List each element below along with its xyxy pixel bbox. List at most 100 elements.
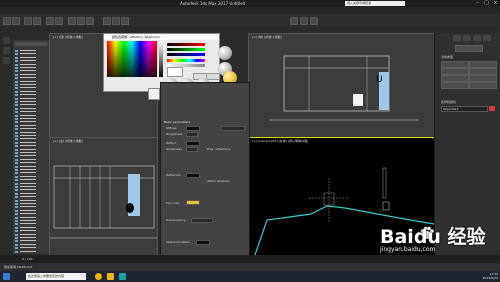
scene-explorer-row[interactable] [15,203,48,205]
diffuse-color[interactable] [186,126,200,131]
hue-slider[interactable] [167,59,205,62]
scene-explorer-row[interactable] [15,145,48,148]
taskbar-search[interactable]: 在这里输入你要搜索的内容 [26,273,86,280]
blue-slider[interactable] [167,53,205,56]
hierarchy-icon[interactable] [3,57,10,64]
scene-explorer-row[interactable] [15,220,48,222]
scene-explorer-row[interactable] [15,182,48,185]
cone-button[interactable] [469,61,497,68]
scene-explorer-row[interactable] [15,77,48,80]
unlink-icon[interactable] [33,17,41,25]
scene-explorer-row[interactable] [15,60,48,63]
timeline[interactable]: 0 / 100 [0,255,500,263]
scene-explorer-row[interactable] [15,250,48,253]
scene-explorer-row[interactable] [15,111,48,114]
scene-explorer-row[interactable] [15,104,48,107]
refraction-color[interactable] [186,173,200,178]
scene-explorer-row[interactable] [15,73,48,76]
torus-button[interactable] [441,82,469,89]
scene-explorer-row[interactable] [15,148,48,151]
glossiness-field[interactable] [186,147,198,152]
scene-explorer-row[interactable] [15,247,48,250]
scene-explorer-row[interactable] [15,138,48,141]
render-icon[interactable] [310,17,318,25]
scene-explorer-row[interactable] [15,233,48,236]
scene-explorer-row[interactable] [15,121,48,124]
snap-icon[interactable] [103,17,111,25]
3dsmax-icon[interactable] [119,273,126,280]
scene-explorer-row[interactable] [15,131,48,134]
sphere-button[interactable] [441,68,469,75]
scene-explorer-row[interactable] [15,206,48,209]
scene-explorer-row[interactable] [15,223,48,226]
whiteness-slider[interactable] [159,41,163,77]
cylinder-button[interactable] [441,75,469,82]
scene-explorer-row[interactable] [15,114,48,117]
scene-explorer-row[interactable] [15,128,48,131]
object-color-swatch[interactable] [489,106,495,111]
scene-explorer-row[interactable] [15,90,48,93]
windows-start-icon[interactable] [3,273,10,280]
scene-explorer-row[interactable] [15,56,48,59]
render-setup-icon[interactable] [300,17,308,25]
roughness-field[interactable] [186,132,198,137]
viewport-left[interactable]: [+] [左] [标准] [线框] [49,137,158,257]
material-map-thumb[interactable] [148,88,160,100]
green-slider[interactable] [167,48,205,51]
scene-explorer-row[interactable] [15,196,48,199]
hierarchy-tab-icon[interactable] [473,35,481,41]
scene-explorer-row[interactable] [15,172,48,175]
scene-explorer-row[interactable] [15,87,48,90]
scene-explorer-row[interactable] [15,152,48,154]
percent-snap-icon[interactable] [121,17,129,25]
create-tab-icon[interactable] [453,35,461,41]
scene-explorer-row[interactable] [15,179,48,182]
pyramid-button[interactable] [469,82,497,89]
checkbox-label[interactable]: Fres. reflections [207,147,231,151]
scene-explorer-row[interactable] [15,158,48,161]
checkbox-label[interactable]: Affect shadows [207,179,230,183]
fog-color[interactable] [186,200,200,205]
reflect-color[interactable] [186,141,200,146]
geosphere-button[interactable] [469,68,497,75]
scene-explorer-row[interactable] [15,124,48,127]
red-slider[interactable] [167,43,205,46]
tube-button[interactable] [469,75,497,82]
scene-explorer-row[interactable] [15,213,48,216]
redo-icon[interactable] [12,17,20,25]
scene-explorer-row[interactable] [15,101,48,103]
scene-explorer-row[interactable] [15,63,48,66]
scene-explorer-row[interactable] [15,135,48,137]
scene-explorer-row[interactable] [15,97,48,100]
move-icon[interactable] [68,17,76,25]
box-button[interactable] [441,61,469,68]
material-sphere[interactable] [218,46,232,60]
hue-spectrum[interactable] [107,41,157,77]
scene-explorer-row[interactable] [15,209,48,212]
select-by-name-icon[interactable] [55,17,63,25]
scene-explorer-row[interactable] [15,230,48,233]
material-editor-icon[interactable] [290,17,298,25]
scene-explorer-row[interactable] [15,84,48,86]
scene-explorer-row[interactable] [15,94,48,97]
scene-explorer-row[interactable] [15,155,48,158]
create-icon[interactable] [3,37,10,44]
angle-snap-icon[interactable] [112,17,120,25]
scene-explorer-row[interactable] [15,175,48,178]
scene-explorer-row[interactable] [15,70,48,73]
modify-tab-icon[interactable] [463,35,471,41]
object-name-field[interactable]: Object011 [441,106,488,112]
scene-explorer-row[interactable] [15,189,48,192]
viewport-front[interactable]: [+] [前] [标准] [线框] U [248,33,435,138]
geometry-type-button[interactable] [455,45,483,52]
select-icon[interactable] [46,17,54,25]
scene-explorer-row[interactable] [15,192,48,195]
scene-explorer-row[interactable] [15,243,48,246]
scene-explorer-row[interactable] [15,118,48,120]
close-icon[interactable]: × [491,0,500,7]
search-input[interactable]: 键入关键字或短语 [345,1,405,6]
scene-explorer-row[interactable] [15,169,48,171]
scene-explorer-row[interactable] [15,67,48,69]
motion-tab-icon[interactable] [483,35,491,41]
scene-explorer-row[interactable] [15,165,48,168]
